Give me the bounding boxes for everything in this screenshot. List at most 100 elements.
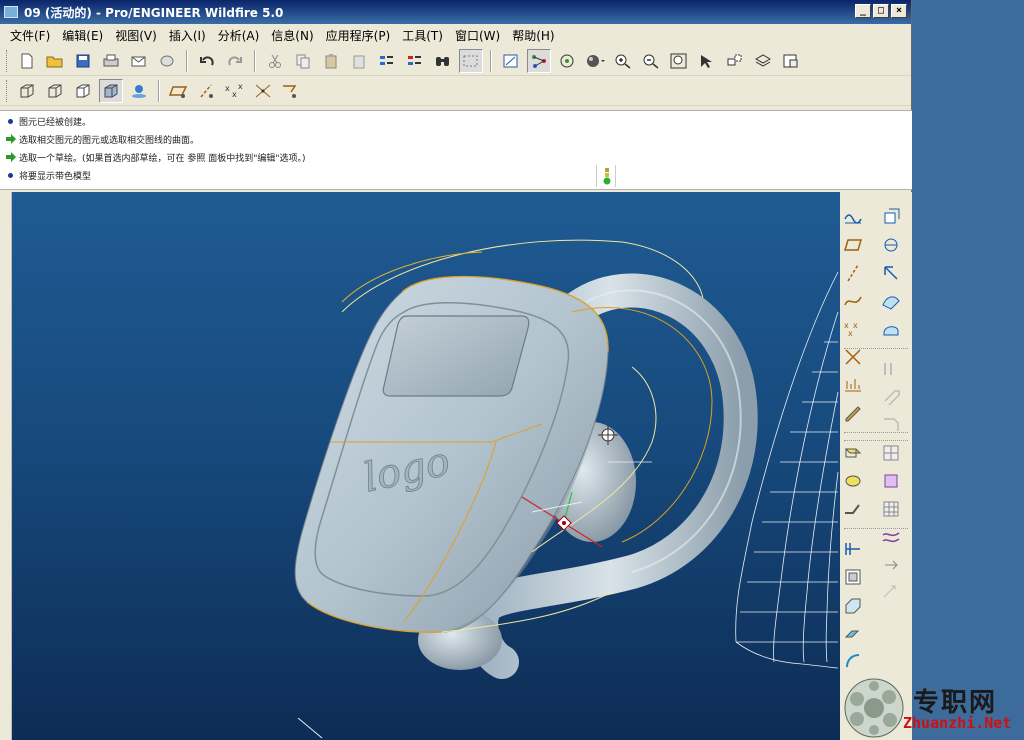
cut-icon[interactable] bbox=[263, 49, 287, 73]
shading-icon[interactable] bbox=[99, 78, 123, 103]
zoom-fit-icon[interactable] bbox=[667, 49, 691, 73]
message-line: 将要显示带色模型 bbox=[0, 167, 912, 183]
draft-icon[interactable] bbox=[842, 650, 864, 672]
menu-tools[interactable]: 工具(T) bbox=[396, 25, 449, 46]
sketched-datum-curve-icon[interactable] bbox=[842, 206, 864, 228]
site-watermark: 专职网 Zhuanzhi.Net bbox=[843, 676, 1024, 740]
enhanced-realism-icon[interactable] bbox=[127, 79, 151, 103]
copy-icon[interactable] bbox=[291, 49, 315, 73]
layers-icon[interactable] bbox=[723, 49, 747, 73]
point-display-icon[interactable]: xxx bbox=[223, 79, 247, 103]
view-manager-icon[interactable] bbox=[695, 49, 719, 73]
shell-icon[interactable] bbox=[842, 594, 864, 616]
axis-display-icon[interactable] bbox=[195, 79, 219, 103]
svg-text:x: x bbox=[848, 329, 853, 338]
wireframe-icon[interactable] bbox=[15, 79, 39, 103]
paste-special-icon[interactable] bbox=[347, 49, 371, 73]
chamfer-icon[interactable] bbox=[880, 234, 902, 256]
wireframe-surface bbox=[735, 271, 839, 669]
print-icon[interactable] bbox=[99, 49, 123, 73]
intersect-icon[interactable] bbox=[880, 470, 902, 492]
message-text: 选取一个草绘。(如果首选内部草绘，可在 参照 面板中找到"编辑"选项。) bbox=[19, 153, 306, 164]
new-icon[interactable] bbox=[15, 49, 39, 73]
message-line: 图元已经被创建。 bbox=[0, 113, 912, 129]
rib-icon[interactable] bbox=[842, 622, 864, 644]
project-icon[interactable] bbox=[880, 498, 902, 520]
menu-insert[interactable]: 插入(I) bbox=[163, 25, 212, 46]
no-hidden-icon[interactable] bbox=[71, 79, 95, 103]
find-icon[interactable] bbox=[431, 49, 455, 73]
model-viewport-svg: logo bbox=[294, 239, 839, 739]
spin-center-icon[interactable] bbox=[527, 48, 551, 73]
menu-window[interactable]: 窗口(W) bbox=[449, 25, 506, 46]
pattern-icon[interactable] bbox=[880, 358, 902, 380]
redo-icon[interactable] bbox=[223, 49, 247, 73]
saved-views-icon[interactable] bbox=[751, 49, 775, 73]
graphics-window[interactable]: logo bbox=[12, 192, 840, 740]
paste-icon[interactable] bbox=[319, 49, 343, 73]
boundary-blend-icon[interactable] bbox=[880, 582, 902, 604]
appearance-icon[interactable] bbox=[583, 49, 607, 73]
plane-display-icon[interactable] bbox=[167, 79, 191, 103]
message-area: 图元已经被创建。 选取相交图元的图元或选取相交图线的曲面。 选取一个草绘。(如果… bbox=[0, 110, 912, 299]
model-tree-icon[interactable] bbox=[779, 49, 803, 73]
open-icon[interactable] bbox=[43, 49, 67, 73]
menu-file[interactable]: 文件(F) bbox=[4, 25, 56, 46]
merge-icon[interactable] bbox=[880, 290, 902, 312]
trim-icon[interactable] bbox=[880, 318, 902, 340]
extend-icon[interactable] bbox=[880, 554, 902, 576]
sketch-tool-icon[interactable] bbox=[842, 402, 864, 424]
solidify-icon[interactable] bbox=[880, 442, 902, 464]
info-bullet-icon bbox=[8, 118, 13, 124]
refit-icon[interactable] bbox=[499, 49, 523, 73]
datum-axis-icon[interactable] bbox=[842, 262, 864, 284]
thicken-icon[interactable] bbox=[880, 414, 902, 436]
round-icon[interactable] bbox=[880, 206, 902, 228]
status-light-icon[interactable] bbox=[596, 165, 616, 187]
prompt-arrow-icon bbox=[6, 152, 16, 162]
hidden-line-icon[interactable] bbox=[43, 79, 67, 103]
menu-info[interactable]: 信息(N) bbox=[265, 25, 319, 46]
maximize-button[interactable]: □ bbox=[873, 4, 889, 18]
select-box-icon[interactable] bbox=[459, 48, 483, 73]
extrude-icon[interactable] bbox=[842, 442, 864, 464]
analysis-icon[interactable] bbox=[842, 374, 864, 396]
left-splitter[interactable] bbox=[0, 192, 12, 740]
svg-text:x: x bbox=[238, 83, 243, 91]
regen-manager-icon[interactable] bbox=[403, 49, 427, 73]
minimize-button[interactable]: _ bbox=[855, 4, 871, 18]
annotation-display-icon[interactable] bbox=[279, 79, 303, 103]
zoom-in-icon[interactable] bbox=[611, 49, 635, 73]
menu-edit[interactable]: 编辑(E) bbox=[56, 25, 109, 46]
message-text: 将要显示带色模型 bbox=[19, 171, 92, 182]
revolve-icon[interactable] bbox=[842, 470, 864, 492]
undo-icon[interactable] bbox=[195, 49, 219, 73]
email-link-icon[interactable] bbox=[155, 49, 179, 73]
datum-curve-icon[interactable] bbox=[842, 290, 864, 312]
zoom-out-icon[interactable] bbox=[639, 49, 663, 73]
save-icon[interactable] bbox=[71, 49, 95, 73]
datum-point-icon[interactable]: xxx bbox=[842, 318, 864, 340]
csys-display-icon[interactable] bbox=[251, 79, 275, 103]
regenerate-icon[interactable] bbox=[375, 49, 399, 73]
svg-text:x: x bbox=[853, 321, 858, 330]
menu-analysis[interactable]: 分析(A) bbox=[212, 25, 266, 46]
blend-icon[interactable] bbox=[842, 538, 864, 560]
hole-icon[interactable] bbox=[842, 566, 864, 588]
orient-icon[interactable] bbox=[555, 49, 579, 73]
menu-applications[interactable]: 应用程序(P) bbox=[320, 25, 397, 46]
csys-icon[interactable] bbox=[842, 346, 864, 368]
message-text: 图元已经被创建。 bbox=[19, 117, 92, 128]
mirror-icon[interactable] bbox=[880, 262, 902, 284]
datum-plane-icon[interactable] bbox=[842, 234, 864, 256]
svg-text:x: x bbox=[232, 90, 237, 99]
menu-view[interactable]: 视图(V) bbox=[109, 25, 163, 46]
wrap-icon[interactable] bbox=[880, 526, 902, 548]
menu-help[interactable]: 帮助(H) bbox=[506, 25, 560, 46]
sweep-icon[interactable] bbox=[842, 498, 864, 520]
offset-icon[interactable] bbox=[880, 386, 902, 408]
email-icon[interactable] bbox=[127, 49, 151, 73]
watermark-globe-icon bbox=[844, 678, 904, 738]
info-bullet-icon bbox=[8, 172, 13, 178]
close-button[interactable]: × bbox=[891, 4, 907, 18]
